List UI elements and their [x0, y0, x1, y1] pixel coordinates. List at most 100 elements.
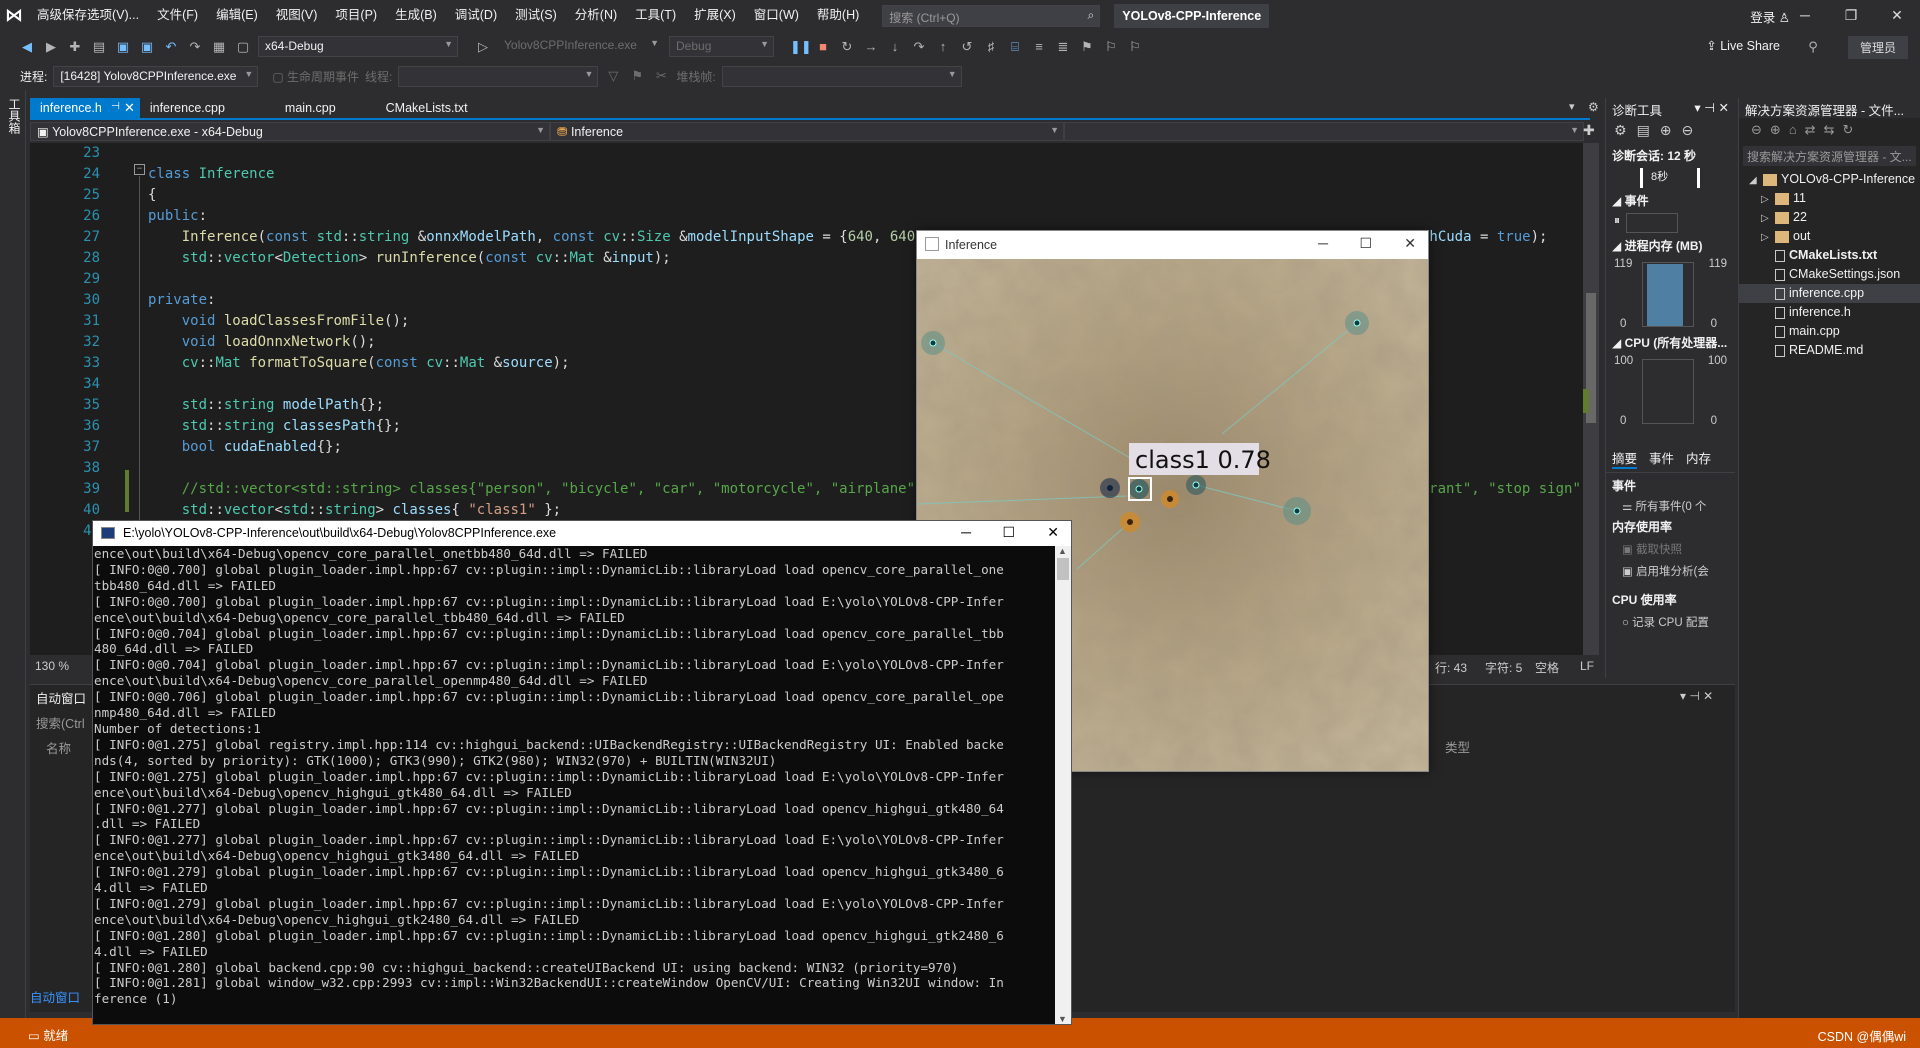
tab-inference-h[interactable]: inference.h ⊣ ✕	[30, 98, 140, 118]
build-config-dropdown[interactable]: Debug ▼	[669, 36, 774, 57]
console-close-button[interactable]: ✕	[1047, 524, 1059, 541]
search-input[interactable]: 搜索 (Ctrl+Q) ⌕	[882, 4, 1101, 27]
col-type-header[interactable]: 类型	[1445, 737, 1470, 756]
tab-inference-cpp[interactable]: inference.cpp	[140, 98, 235, 118]
tree-item[interactable]: main.cpp	[1739, 322, 1920, 341]
inference-titlebar[interactable]: Inference ─ ☐ ✕	[917, 231, 1428, 259]
menu-item[interactable]: 项目(P)	[326, 0, 386, 31]
all-events-link[interactable]: ⚌ 所有事件(0 个	[1622, 498, 1719, 514]
autos-bottom-tab[interactable]: 自动窗口	[30, 987, 80, 1006]
flag-icon[interactable]: ⚑	[628, 67, 646, 85]
step-out-icon[interactable]: ↑	[934, 38, 952, 56]
console-maximize-button[interactable]: ☐	[1002, 524, 1015, 541]
zoom-level[interactable]: 130 %	[35, 659, 69, 673]
expand-icon[interactable]: ▷	[1761, 228, 1775, 246]
pause-events-icon[interactable]: ⏸	[1614, 213, 1620, 233]
uncomment-icon[interactable]: ≣	[1054, 38, 1072, 56]
autos-controls[interactable]: ▾ ⊣ ✕	[1680, 689, 1713, 703]
menu-item[interactable]: 视图(V)	[267, 0, 327, 31]
toolbox-tab[interactable]: 工具箱	[6, 98, 23, 134]
tree-item[interactable]: ▷ out	[1739, 227, 1920, 246]
eol-indicator[interactable]: LF	[1580, 659, 1594, 673]
tree-item[interactable]: ◢ YOLOv8-CPP-Inference	[1739, 170, 1920, 189]
snapshot-button[interactable]: ▣ 截取快照	[1622, 541, 1719, 557]
inf-close-button[interactable]: ✕	[1404, 235, 1416, 252]
menu-item[interactable]: 窗口(W)	[745, 0, 808, 31]
tab-memory[interactable]: 内存	[1686, 448, 1711, 469]
pin-icon[interactable]: ⊣	[111, 101, 120, 112]
target-dropdown[interactable]: Yolov8CPPInference.exe ▼	[498, 36, 663, 57]
show-next-statement-icon[interactable]: →	[862, 38, 880, 56]
menu-item[interactable]: 文件(F)	[148, 0, 207, 31]
minimize-button[interactable]: ─	[1782, 0, 1828, 31]
restore-button[interactable]: ❐	[1828, 0, 1874, 31]
thread-switch-icon[interactable]: ✂	[652, 67, 670, 85]
expand-icon[interactable]: ▷	[1761, 209, 1775, 227]
settings-gear-icon[interactable]: ⚙	[1588, 100, 1599, 114]
save-icon[interactable]: ▣	[114, 38, 132, 56]
sync-icon[interactable]: ⇆	[1824, 122, 1835, 138]
tree-item[interactable]: CMakeLists.txt	[1739, 246, 1920, 265]
menu-item[interactable]: 生成(B)	[386, 0, 446, 31]
tree-item[interactable]: inference.h	[1739, 303, 1920, 322]
tab-main-cpp[interactable]: main.cpp	[275, 98, 346, 118]
step-into-icon[interactable]: ↓	[886, 38, 904, 56]
process-dropdown[interactable]: [16428] Yolov8CPPInference.exe ▼	[53, 65, 259, 87]
tab-overflow-icon[interactable]: ▾	[1569, 100, 1575, 113]
new-project-icon[interactable]: ✚	[66, 38, 84, 56]
lifecycle-events-button[interactable]: ▢ 生命周期事件	[272, 68, 359, 85]
save-all-icon[interactable]: ▣	[138, 38, 156, 56]
pause-icon[interactable]: ❚❚	[790, 38, 812, 56]
diag-timeline[interactable]: 8秒	[1640, 168, 1700, 188]
switch-view-icon[interactable]: ⇄	[1805, 122, 1816, 138]
console-minimize-button[interactable]: ─	[961, 524, 971, 540]
split-editor-icon[interactable]: ✚	[1583, 122, 1595, 139]
tree-item[interactable]: inference.cpp	[1739, 284, 1920, 303]
expand-icon[interactable]: ▷	[1761, 190, 1775, 208]
back-icon[interactable]: ⊖	[1751, 122, 1762, 138]
menu-item[interactable]: 高级保存选项(V)...	[28, 0, 148, 31]
screenshot-icon[interactable]: ▢	[234, 38, 252, 56]
close-button[interactable]: ✕	[1874, 0, 1920, 31]
diagnostics-icon[interactable]: ♯	[982, 38, 1000, 56]
next-bookmark-icon[interactable]: ⚐	[1126, 38, 1144, 56]
project-dropdown[interactable]: ▣ Yolov8CPPInference.exe - x64-Debug ▼	[30, 122, 550, 141]
console-titlebar[interactable]: E:\yolo\YOLOv8-CPP-Inference\out\build\x…	[93, 521, 1071, 546]
scroll-down-icon[interactable]: ▼	[1058, 1014, 1067, 1024]
filter-icon[interactable]: ▽	[604, 67, 622, 85]
tree-item[interactable]: ▷ 22	[1739, 208, 1920, 227]
console-scrollbar[interactable]: ▲ ▼	[1055, 546, 1071, 1024]
visual-studio-logo-icon[interactable]: ⋈	[0, 0, 28, 31]
configuration-dropdown[interactable]: x64-Debug ▼	[258, 36, 458, 57]
record-cpu-button[interactable]: ○ 记录 CPU 配置	[1622, 614, 1719, 630]
home-icon[interactable]: ⌂	[1789, 122, 1797, 138]
zoom-in-icon[interactable]: ⊕	[1660, 122, 1672, 139]
zoom-out-icon[interactable]: ⊖	[1682, 122, 1694, 139]
menu-item[interactable]: 测试(S)	[506, 0, 566, 31]
menu-item[interactable]: 工具(T)	[626, 0, 685, 31]
console-scroll-thumb[interactable]	[1057, 558, 1069, 580]
comment-icon[interactable]: ≡	[1030, 38, 1048, 56]
step-over-icon[interactable]: ↷	[910, 38, 928, 56]
refresh-icon[interactable]: ↻	[1842, 122, 1853, 138]
close-tab-icon[interactable]: ✕	[124, 100, 135, 116]
tab-cmakelists-txt[interactable]: CMakeLists.txt	[376, 98, 478, 118]
export-icon[interactable]: ▤	[1637, 122, 1650, 139]
diag-close-icon[interactable]: ▾ ⊣ ✕	[1694, 100, 1729, 115]
scope-dropdown[interactable]: ⛃ Inference ▼	[550, 122, 1064, 141]
inf-maximize-button[interactable]: ☐	[1359, 235, 1372, 252]
menu-item[interactable]: 帮助(H)	[808, 0, 868, 31]
forward-icon[interactable]: ▶	[42, 38, 60, 56]
restart-icon[interactable]: ↻	[838, 38, 856, 56]
tree-item[interactable]: ▷ 11	[1739, 189, 1920, 208]
live-share-button[interactable]: ⇪ Live Share	[1706, 38, 1780, 53]
console-window[interactable]: E:\yolo\YOLOv8-CPP-Inference\out\build\x…	[92, 520, 1072, 1025]
tree-item[interactable]: README.md	[1739, 341, 1920, 360]
breakpoint-icon[interactable]: ⌸	[1006, 38, 1024, 56]
sln-search-input[interactable]: 搜索解决方案资源管理器 - 文...	[1743, 146, 1916, 166]
open-file-icon[interactable]: ▤	[90, 38, 108, 56]
undo-icon[interactable]: ↶	[162, 38, 180, 56]
heap-button[interactable]: ▣ 启用堆分析(会	[1622, 563, 1719, 579]
settings-icon[interactable]: ⚙	[1614, 122, 1627, 139]
member-dropdown[interactable]: ▼	[1064, 122, 1584, 141]
